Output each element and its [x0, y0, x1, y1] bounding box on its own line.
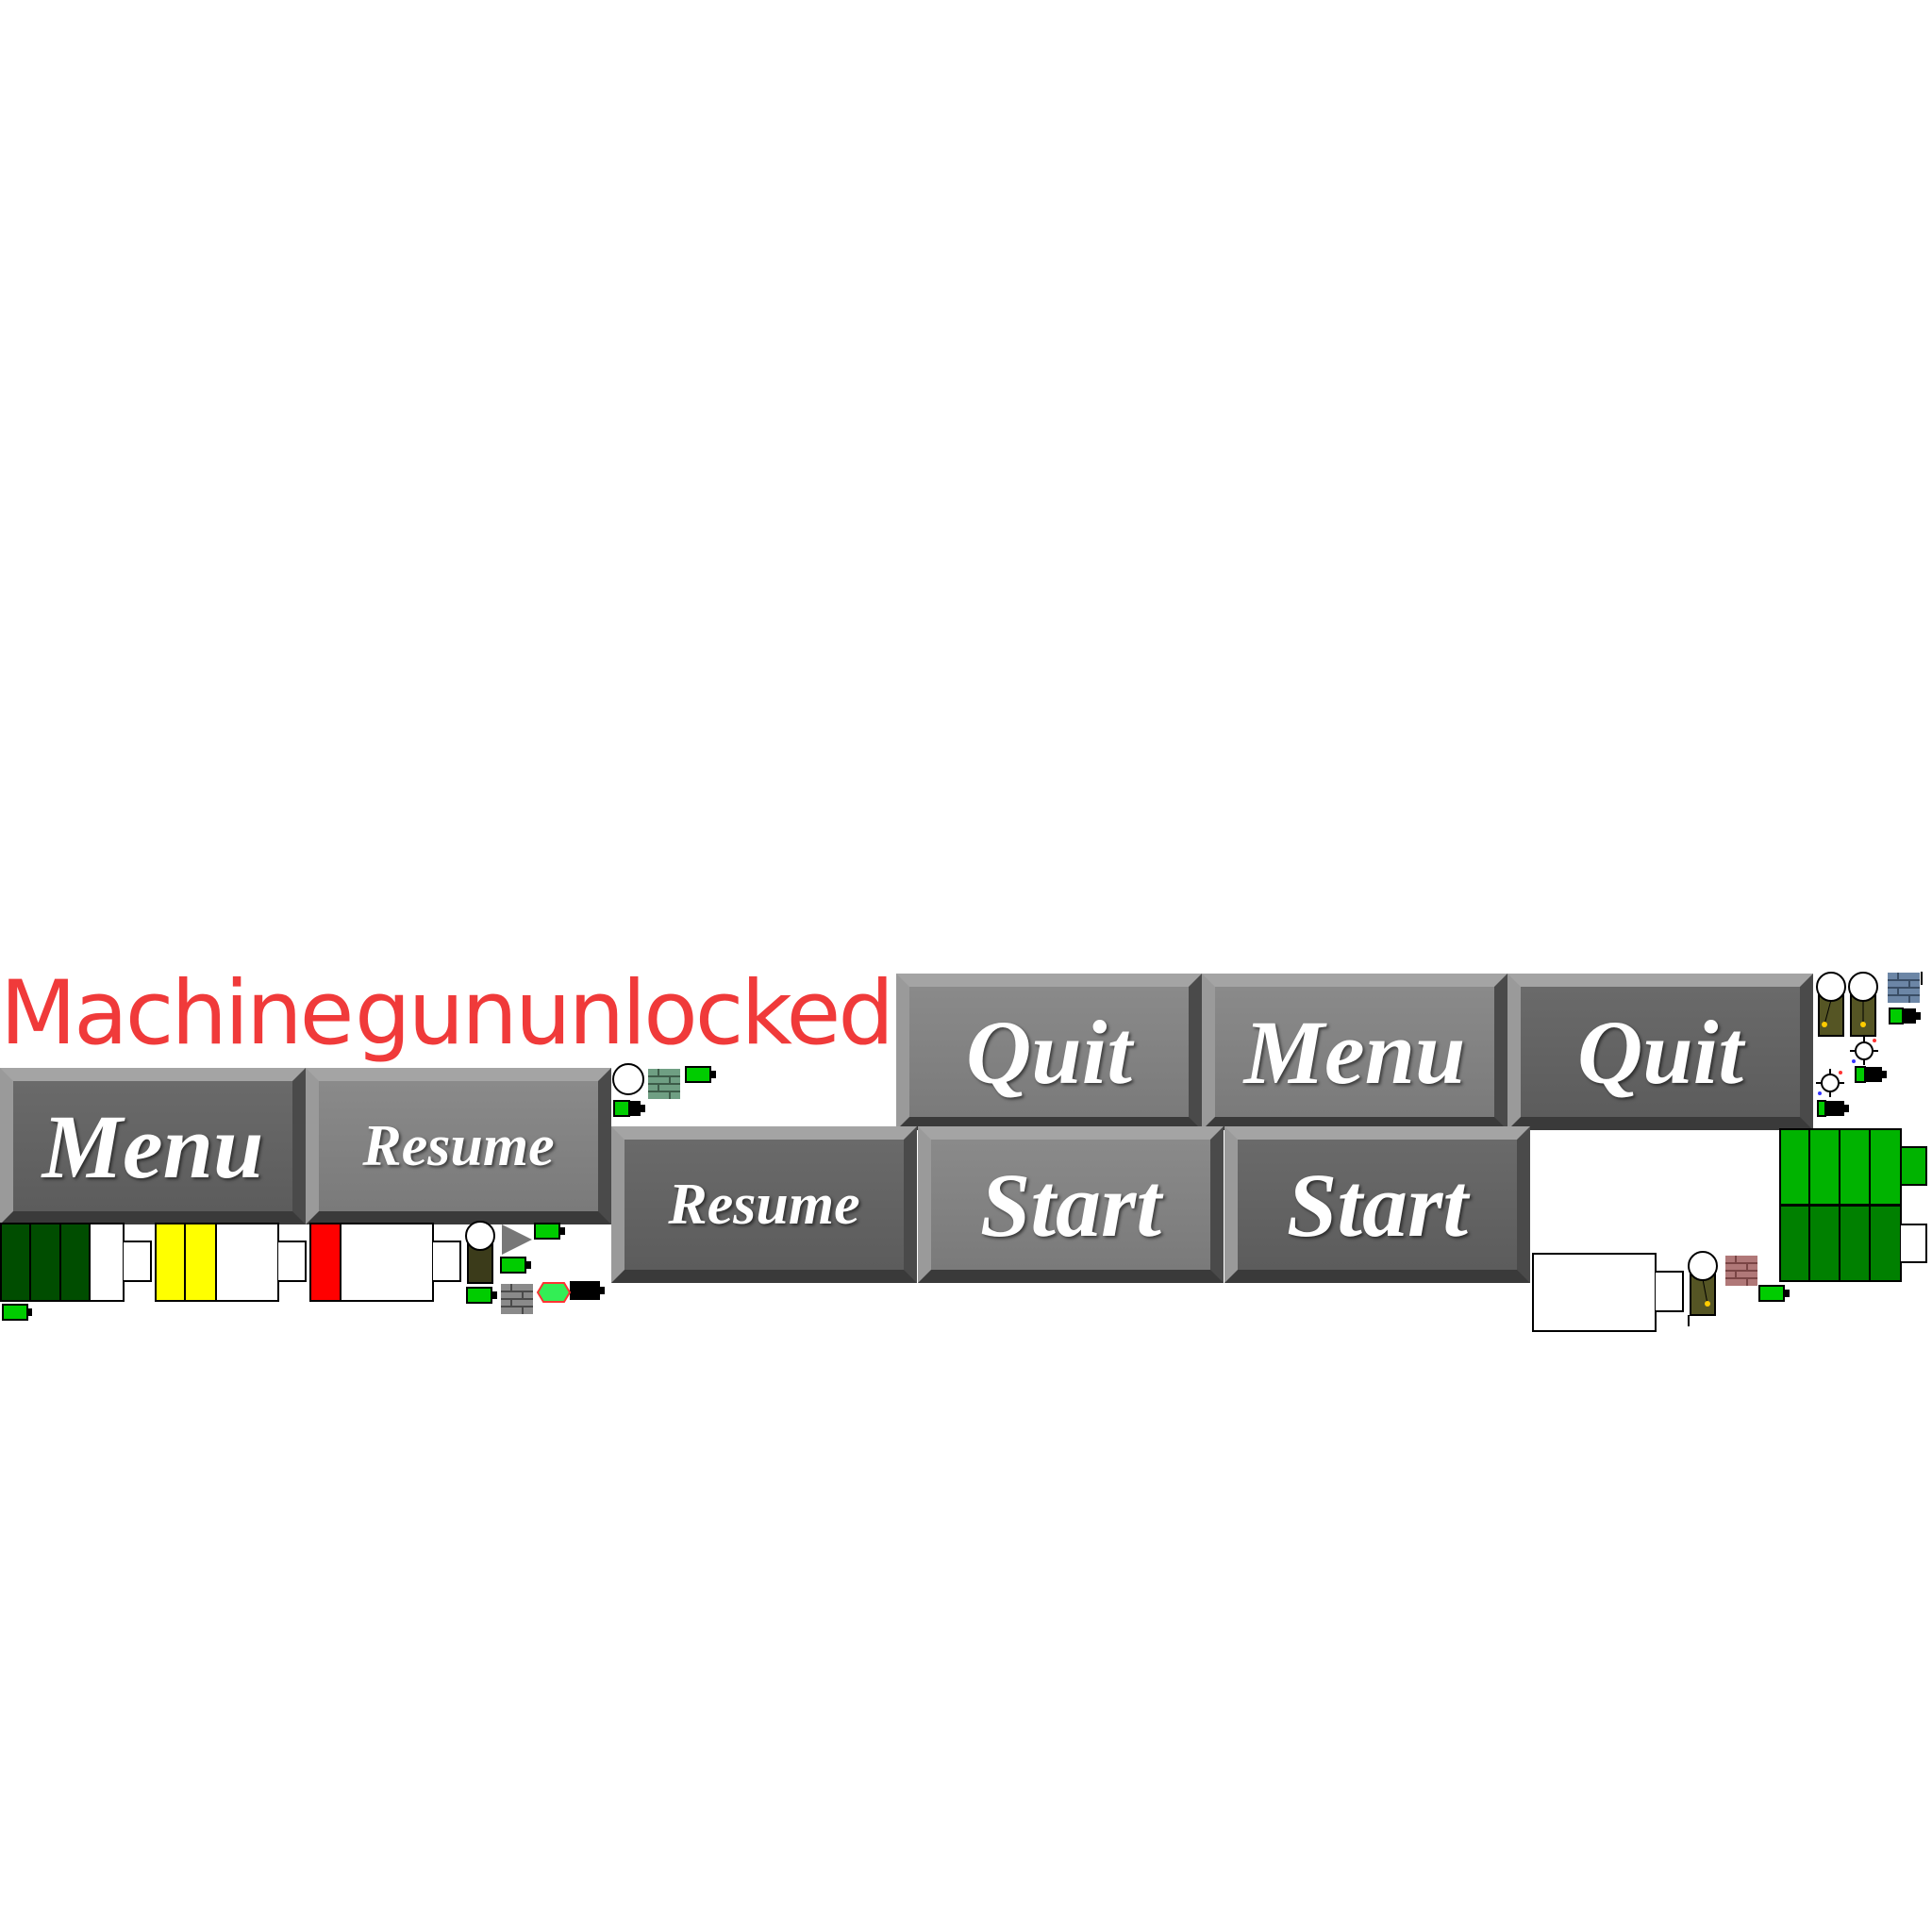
battery-icon [685, 1066, 716, 1083]
battery-icon [466, 1287, 497, 1304]
brick-block-icon [648, 1069, 680, 1099]
soldier-icon [465, 1221, 495, 1284]
battery-icon [500, 1257, 531, 1274]
resume-button[interactable]: Resume [306, 1068, 611, 1224]
start-button[interactable]: Start [1224, 1126, 1530, 1283]
notification-word-gun: gun [355, 962, 518, 1065]
battery-icon [534, 1223, 565, 1240]
battery-icon [613, 1100, 645, 1117]
menu-button[interactable]: Menu [0, 1068, 306, 1224]
battery-icon [1889, 1008, 1921, 1024]
mine-icon [1850, 1037, 1878, 1065]
battery-icon [2, 1304, 32, 1321]
notification-word-unlocked: unlocked! [515, 962, 927, 1065]
health-bar-red-icon [309, 1223, 461, 1302]
notification-word-machine: Machine [0, 962, 354, 1065]
battery-icon [1855, 1066, 1887, 1083]
menu-button[interactable]: Menu [1202, 974, 1507, 1130]
battery-icon [1758, 1285, 1790, 1302]
brick-block-icon [1888, 972, 1923, 1003]
soldier-head-icon [612, 1063, 644, 1095]
health-bar-full-icon [1779, 1128, 1927, 1282]
battery-icon [1817, 1100, 1849, 1117]
resume-button[interactable]: Resume [611, 1126, 917, 1283]
gem-icon [536, 1282, 572, 1303]
arrow-icon [502, 1224, 532, 1255]
brick-block-icon [501, 1284, 533, 1314]
health-bar-yellow-icon [155, 1223, 307, 1302]
health-bar-empty-icon [1532, 1253, 1684, 1332]
quit-button[interactable]: Quit [1507, 974, 1813, 1130]
battery-icon [570, 1281, 605, 1300]
quit-button[interactable]: Quit [896, 974, 1202, 1130]
soldier-icon [1848, 972, 1878, 1037]
mine-icon [1816, 1069, 1844, 1097]
soldier-icon [1688, 1251, 1718, 1326]
start-button[interactable]: Start [918, 1126, 1224, 1283]
brick-block-icon [1725, 1256, 1757, 1286]
